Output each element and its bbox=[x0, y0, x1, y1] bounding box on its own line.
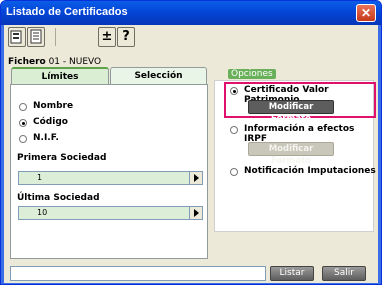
primera-sociedad-value: 1 bbox=[37, 173, 43, 182]
primera-sociedad-combo[interactable]: 1 bbox=[18, 171, 203, 185]
irpf-radio[interactable] bbox=[230, 126, 238, 134]
window-title: Listado de Certificados bbox=[6, 6, 128, 18]
title-bar[interactable]: Listado de Certificados ✕ bbox=[1, 1, 381, 25]
dialog-window: Listado de Certificados ✕ ± ? Fichero 01… bbox=[0, 0, 382, 285]
plus-minus-icon: ± bbox=[101, 29, 113, 44]
list-document-button[interactable] bbox=[27, 27, 45, 47]
irpf-label: Información a efectos IRPF bbox=[244, 124, 355, 144]
nif-radio[interactable] bbox=[19, 135, 27, 143]
fichero-value: 01 - NUEVO bbox=[48, 57, 102, 67]
status-field bbox=[10, 266, 266, 281]
modificar-formato-irpf-button: Modificar Formato bbox=[248, 142, 334, 166]
help-button[interactable]: ? bbox=[117, 27, 135, 47]
salir-button[interactable]: Salir bbox=[322, 266, 366, 281]
print-preview-button[interactable] bbox=[8, 27, 26, 47]
status-bar: Listar Salir bbox=[4, 262, 378, 283]
limites-panel: Nombre Código N.I.F. Primera Sociedad 1 … bbox=[10, 84, 208, 259]
list-document-icon bbox=[30, 29, 42, 44]
help-icon: ? bbox=[122, 29, 130, 44]
nombre-radio[interactable] bbox=[19, 103, 27, 111]
primera-sociedad-label: Primera Sociedad bbox=[17, 153, 107, 163]
nif-label: N.I.F. bbox=[33, 133, 59, 143]
notificacion-label: Notificación Imputaciones bbox=[244, 166, 376, 176]
tab-limites[interactable]: Límites bbox=[11, 67, 109, 84]
certificado-radio[interactable] bbox=[230, 87, 238, 95]
play-arrow-icon[interactable] bbox=[189, 207, 202, 219]
listar-button[interactable]: Listar bbox=[270, 266, 314, 281]
fichero-row: Fichero 01 - NUEVO bbox=[8, 57, 101, 67]
dialog-body: ± ? Fichero 01 - NUEVO Límites Selección… bbox=[4, 25, 378, 283]
ultima-sociedad-combo[interactable]: 10 bbox=[18, 206, 203, 220]
modificar-formato-button[interactable]: Modificar Formato bbox=[248, 100, 334, 124]
plus-minus-button[interactable]: ± bbox=[98, 27, 116, 47]
toolbar-separator bbox=[55, 28, 56, 46]
opciones-title: Opciones bbox=[228, 69, 276, 79]
codigo-label: Código bbox=[33, 117, 68, 127]
ultima-sociedad-label: Última Sociedad bbox=[17, 193, 100, 203]
tab-seleccion[interactable]: Selección bbox=[110, 67, 207, 84]
codigo-radio[interactable] bbox=[19, 119, 27, 127]
ultima-sociedad-value: 10 bbox=[37, 208, 48, 217]
play-arrow-icon[interactable] bbox=[189, 172, 202, 184]
fichero-label: Fichero bbox=[8, 57, 46, 67]
print-preview-icon bbox=[10, 30, 22, 44]
nombre-label: Nombre bbox=[33, 101, 74, 111]
notificacion-radio[interactable] bbox=[230, 168, 238, 176]
close-button[interactable]: ✕ bbox=[356, 4, 376, 22]
